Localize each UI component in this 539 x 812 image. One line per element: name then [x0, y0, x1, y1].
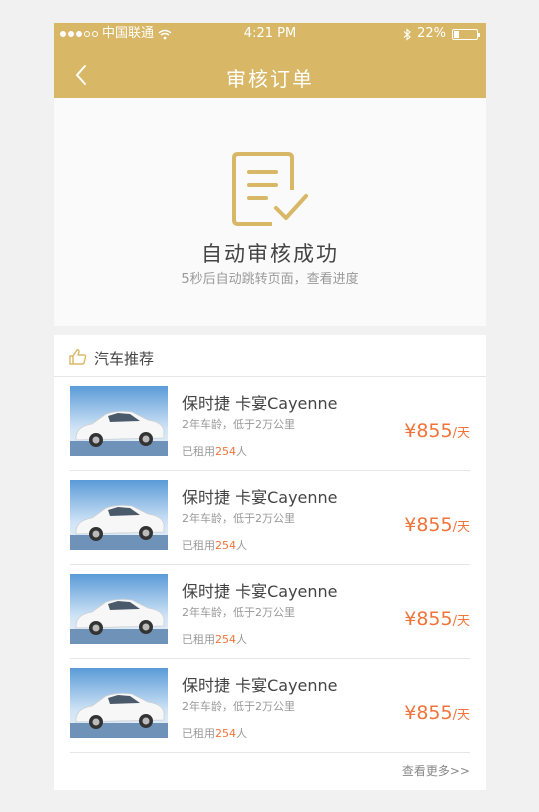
price-amount: ¥855 — [404, 608, 453, 630]
rented-prefix: 已租用 — [182, 539, 215, 552]
success-title: 自动审核成功 — [201, 242, 339, 266]
status-right: 22% — [403, 23, 480, 45]
page-title: 审核订单 — [226, 67, 314, 91]
success-subtitle: 5秒后自动跳转页面，查看进度 — [181, 272, 359, 287]
car-item[interactable]: 保时捷 卡宴Cayenne 2年车龄，低于2万公里 已租用254人 ¥855/天 — [70, 377, 470, 471]
car-price: ¥855/天 — [404, 608, 470, 630]
rented-count: 254 — [215, 445, 236, 458]
rented-count: 254 — [215, 633, 236, 646]
status-bar: 中国联通 4:21 PM 22% — [54, 23, 486, 45]
success-panel: 自动审核成功 5秒后自动跳转页面，查看进度 — [54, 98, 486, 326]
car-name: 保时捷 卡宴Cayenne — [182, 582, 338, 601]
car-rented: 已租用254人 — [182, 537, 247, 553]
rented-suffix: 人 — [236, 539, 247, 552]
car-item[interactable]: 保时捷 卡宴Cayenne 2年车龄，低于2万公里 已租用254人 ¥855/天 — [70, 565, 470, 659]
rented-suffix: 人 — [236, 633, 247, 646]
price-amount: ¥855 — [404, 420, 453, 442]
recommend-header: 汽车推荐 — [54, 335, 486, 377]
car-image — [70, 480, 168, 550]
see-more-link[interactable]: 查看更多>> — [402, 762, 470, 779]
battery-percent: 22% — [417, 26, 446, 41]
price-amount: ¥855 — [404, 702, 453, 724]
phone-screen: 中国联通 4:21 PM 22% 审核订单 自动审核成功 5秒后自动跳转页面，查… — [54, 23, 486, 790]
thumbs-up-icon — [69, 349, 87, 365]
car-name: 保时捷 卡宴Cayenne — [182, 488, 338, 507]
car-image — [70, 386, 168, 456]
car-meta: 2年车龄，低于2万公里 — [182, 512, 295, 525]
car-meta: 2年车龄，低于2万公里 — [182, 700, 295, 713]
car-item[interactable]: 保时捷 卡宴Cayenne 2年车龄，低于2万公里 已租用254人 ¥855/天 — [70, 471, 470, 565]
car-price: ¥855/天 — [404, 514, 470, 536]
rented-count: 254 — [215, 539, 236, 552]
car-rented: 已租用254人 — [182, 631, 247, 647]
rented-suffix: 人 — [236, 445, 247, 458]
document-check-icon — [232, 152, 308, 226]
price-unit: /天 — [452, 708, 470, 723]
car-image — [70, 574, 168, 644]
rented-suffix: 人 — [236, 727, 247, 740]
car-rented: 已租用254人 — [182, 725, 247, 741]
car-item[interactable]: 保时捷 卡宴Cayenne 2年车龄，低于2万公里 已租用254人 ¥855/天 — [70, 659, 470, 753]
rented-count: 254 — [215, 727, 236, 740]
price-unit: /天 — [452, 614, 470, 629]
rented-prefix: 已租用 — [182, 445, 215, 458]
rented-prefix: 已租用 — [182, 727, 215, 740]
car-meta: 2年车龄，低于2万公里 — [182, 606, 295, 619]
bluetooth-icon — [403, 27, 411, 41]
battery-icon — [452, 28, 480, 40]
price-unit: /天 — [452, 520, 470, 535]
battery-fill — [454, 30, 459, 38]
recommend-title: 汽车推荐 — [94, 350, 155, 368]
car-price: ¥855/天 — [404, 420, 470, 442]
rented-prefix: 已租用 — [182, 633, 215, 646]
nav-bar: 审核订单 — [54, 53, 486, 98]
car-price: ¥855/天 — [404, 702, 470, 724]
top-bar: 中国联通 4:21 PM 22% 审核订单 — [54, 23, 486, 98]
car-image — [70, 668, 168, 738]
car-meta: 2年车龄，低于2万公里 — [182, 418, 295, 431]
car-name: 保时捷 卡宴Cayenne — [182, 676, 338, 695]
car-rented: 已租用254人 — [182, 443, 247, 459]
price-amount: ¥855 — [404, 514, 453, 536]
recommend-section: 汽车推荐 保时捷 卡宴Cayenne 2年车龄，低于2万公里 已租用254人 ¥… — [54, 335, 486, 790]
price-unit: /天 — [452, 426, 470, 441]
car-name: 保时捷 卡宴Cayenne — [182, 394, 338, 413]
